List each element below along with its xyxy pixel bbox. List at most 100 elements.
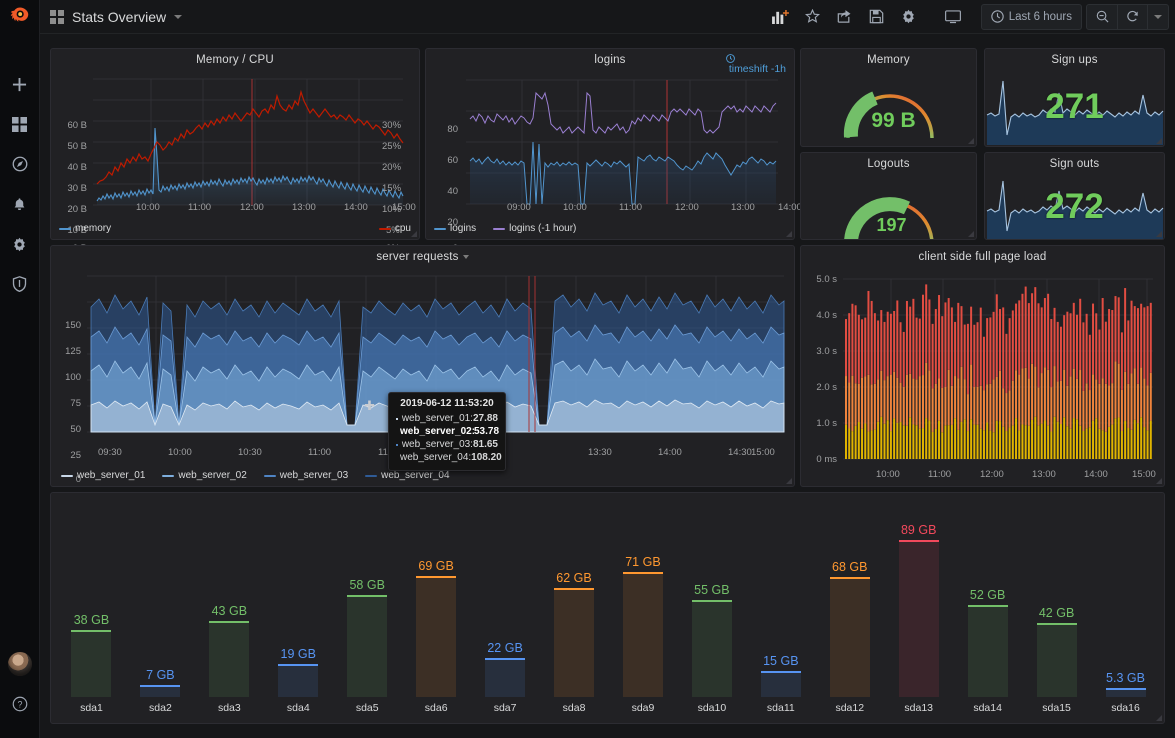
bar-category-label: sda2	[149, 702, 172, 714]
refresh-interval-dropdown[interactable]	[1147, 3, 1168, 30]
legend-item[interactable]: web_server_01	[61, 470, 145, 481]
stacked-bar-segment	[986, 318, 989, 385]
bar-cap-line	[967, 605, 1008, 608]
bar-category-label: sda15	[1042, 702, 1071, 714]
bar-gauge-item[interactable]: 5.3 GB	[1105, 671, 1146, 697]
bar-gauge-item[interactable]: 52 GB	[967, 588, 1008, 697]
stacked-bar-segment	[918, 318, 921, 377]
bar-gauge-item[interactable]: 69 GB	[416, 559, 457, 697]
panel-resize-handle[interactable]	[1156, 715, 1162, 721]
time-picker-button[interactable]: Last 6 hours	[982, 4, 1081, 30]
stacked-bar-segment	[1108, 309, 1111, 386]
y-tick: 2.0 s	[816, 382, 837, 393]
panel-resize-handle[interactable]	[968, 231, 974, 237]
panel-logouts-gauge[interactable]: Logouts 197	[800, 152, 977, 240]
legend-item[interactable]: web_server_02	[162, 470, 247, 481]
refresh-dashboard-button[interactable]	[1117, 3, 1147, 30]
mark-favorite-button[interactable]	[798, 4, 828, 30]
panel-title[interactable]: client side full page load	[801, 246, 1164, 265]
cycle-view-mode-button[interactable]	[938, 4, 968, 30]
panel-resize-handle[interactable]	[786, 231, 792, 237]
panel-title[interactable]: Memory / CPU	[51, 49, 419, 68]
panel-resize-handle[interactable]	[1156, 138, 1162, 144]
panel-memory-cpu[interactable]: Memory / CPU 60 B 50 B 40 B 30 B 20 B 10…	[50, 48, 420, 254]
bar-gauge-item[interactable]: 58 GB	[347, 578, 388, 697]
bar-gauge-item[interactable]: 55 GB	[691, 583, 732, 697]
add-panel-button[interactable]	[765, 4, 796, 30]
save-dashboard-button[interactable]	[862, 4, 892, 30]
help-menu[interactable]: ?	[0, 684, 40, 724]
panel-title[interactable]: server requests	[51, 246, 794, 265]
chevron-down-icon	[1154, 14, 1162, 19]
panel-logins[interactable]: logins timeshift -1h 80 60 40 20 09:00 1…	[425, 48, 802, 254]
panel-client-page-load[interactable]: client side full page load 5.0 s 4.0 s 3…	[800, 245, 1165, 487]
panel-title[interactable]: Logouts	[801, 153, 976, 172]
bar-category-label: sda10	[697, 702, 727, 714]
series-value: 27.88	[472, 413, 498, 424]
chevron-down-icon[interactable]	[174, 14, 183, 19]
dashboard-settings-button[interactable]	[894, 4, 924, 30]
legend-item[interactable]: web_server_03	[263, 470, 348, 481]
bar-category-label: sda8	[562, 702, 586, 714]
clock-icon	[990, 10, 1004, 23]
legend-item[interactable]: memory	[59, 223, 111, 234]
stacked-bar-segment	[851, 431, 854, 459]
stacked-bar-segment	[950, 385, 953, 425]
y-tick: 60	[447, 155, 458, 166]
bar-gauge-item[interactable]: 68 GB	[829, 560, 870, 697]
stacked-bar-segment	[1120, 389, 1123, 431]
bar-gauge-item[interactable]: 22 GB	[485, 641, 526, 697]
legend-item[interactable]: cpu	[378, 223, 411, 234]
share-dashboard-button[interactable]	[830, 4, 860, 30]
sidebar-item-alerting[interactable]	[0, 184, 40, 224]
bar-gauge-item[interactable]: 71 GB	[622, 555, 663, 697]
grafana-logo[interactable]	[0, 0, 40, 34]
bar-gauge-item[interactable]: 15 GB	[760, 654, 801, 697]
legend-item[interactable]: logins (-1 hour)	[493, 223, 576, 234]
tooltip-row: web_server_03: 81.65	[396, 438, 498, 451]
panel-resize-handle[interactable]	[968, 138, 974, 144]
sidebar-item-dashboards[interactable]	[0, 104, 40, 144]
stacked-bar-segment	[883, 423, 886, 459]
bar-gauge-item[interactable]: 42 GB	[1036, 606, 1077, 697]
panel-resize-handle[interactable]	[1156, 231, 1162, 237]
sidebar-item-create-add[interactable]	[0, 64, 40, 104]
bar-gauge-item[interactable]: 43 GB	[209, 604, 250, 697]
memory-cpu-graph	[93, 78, 404, 206]
zoom-out-time-button[interactable]	[1087, 4, 1117, 30]
bar-fill	[760, 672, 801, 697]
stacked-bar-segment	[1011, 425, 1014, 459]
panel-disk-space[interactable]: 38 GB sda1 7 GB sda2 43 GB sda3 19 GB sda4 58 GB…	[50, 492, 1165, 724]
panel-title[interactable]: Sign outs	[985, 153, 1164, 172]
bar-gauge-item[interactable]: 62 GB	[554, 571, 594, 697]
sidebar-item-server-admin[interactable]	[0, 264, 40, 304]
legend-item[interactable]: web_server_04	[365, 470, 450, 481]
panel-sign-outs[interactable]: Sign outs 272	[984, 152, 1165, 240]
sidebar-item-explore[interactable]	[0, 144, 40, 184]
stacked-bar-segment	[976, 424, 979, 459]
panel-resize-handle[interactable]	[786, 478, 792, 484]
bar-gauge-item[interactable]: 7 GB	[140, 668, 181, 697]
user-avatar[interactable]	[0, 644, 40, 684]
y-tick: 40	[447, 186, 458, 197]
bar-gauge-item[interactable]: 19 GB	[278, 647, 319, 697]
dashboard-title[interactable]: Stats Overview	[72, 9, 166, 25]
legend-item[interactable]: logins	[434, 223, 476, 234]
stacked-bar-segment	[925, 284, 928, 363]
bar-cap-line	[347, 594, 388, 597]
bar-fill	[71, 632, 112, 697]
sidebar-item-configuration[interactable]	[0, 224, 40, 264]
bar-gauge-item[interactable]: 89 GB	[898, 523, 939, 697]
panel-title[interactable]: Sign ups	[985, 49, 1164, 68]
bar-gauge-item[interactable]: 38 GB	[71, 613, 112, 697]
stacked-bar-segment	[848, 428, 851, 459]
panel-sign-ups[interactable]: Sign ups 271	[984, 48, 1165, 147]
panel-memory-gauge[interactable]: Memory 99 B	[800, 48, 977, 147]
panel-title[interactable]: Memory	[801, 49, 976, 68]
panel-resize-handle[interactable]	[411, 231, 417, 237]
stacked-bar-segment	[880, 370, 883, 417]
panel-resize-handle[interactable]	[1156, 478, 1162, 484]
chevron-down-icon[interactable]	[462, 254, 469, 259]
stacked-bar-segment	[938, 420, 941, 459]
stacked-bar-segment	[960, 421, 963, 459]
